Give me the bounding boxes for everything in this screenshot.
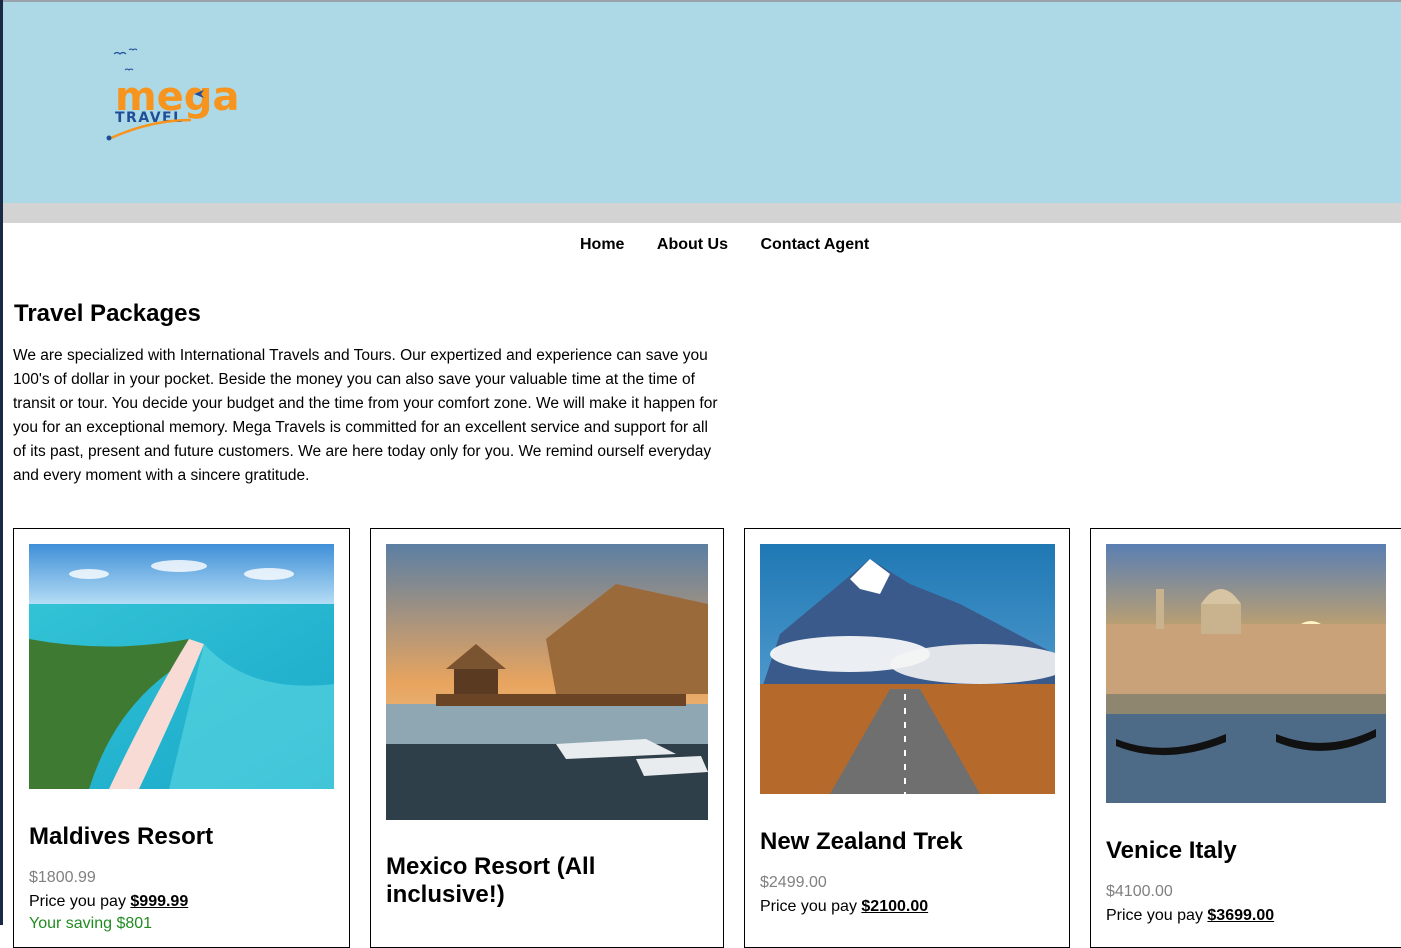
price-line: Price you pay $2100.00 [760,898,928,916]
discounted-price: $999.99 [130,893,189,910]
package-card-new-zealand[interactable]: New Zealand Trek $2499.00 Price you pay … [744,528,1070,948]
maldives-image[interactable] [29,544,334,789]
price-label: Price you pay [1106,907,1203,924]
page-title: Travel Packages [14,300,201,327]
price-line: Price you pay $3699.00 [1106,907,1274,925]
mexico-resort-image[interactable] [386,544,708,820]
original-price: $4100.00 [1106,883,1173,900]
package-title: New Zealand Trek [760,828,963,855]
saving-text: Your saving $801 [29,915,153,932]
nav-about-us[interactable]: About Us [657,236,728,254]
intro-paragraph: We are specialized with International Tr… [13,347,718,484]
venice-image[interactable] [1106,544,1386,803]
package-title: Maldives Resort [29,823,214,850]
price-label: Price you pay [760,898,857,915]
original-price: $1800.99 [29,869,96,886]
original-price: $2499.00 [760,874,827,891]
package-title: Mexico Resort (All inclusive!) [386,853,596,908]
new-zealand-image[interactable] [760,544,1055,794]
site-header: mega TRAVEL [3,2,1401,203]
discounted-price: $3699.00 [1207,907,1275,924]
package-card-maldives[interactable]: Maldives Resort $1800.99 Price you pay $… [13,528,350,948]
package-card-mexico[interactable]: Mexico Resort (All inclusive!) [370,528,724,948]
mega-travel-logo[interactable]: mega TRAVEL [99,42,279,152]
price-label: Price you pay [29,893,126,910]
logo-sub: TRAVEL [115,110,184,126]
price-line: Price you pay $999.99 [29,893,188,911]
package-card-venice[interactable]: Venice Italy $4100.00 Price you pay $369… [1090,528,1401,948]
header-divider-strip [3,203,1401,223]
nav-contact-agent[interactable]: Contact Agent [760,236,869,254]
nav-home[interactable]: Home [580,236,624,254]
package-title: Venice Italy [1106,837,1237,864]
logo-graphic: mega TRAVEL [106,48,239,141]
discounted-price: $2100.00 [861,898,929,915]
